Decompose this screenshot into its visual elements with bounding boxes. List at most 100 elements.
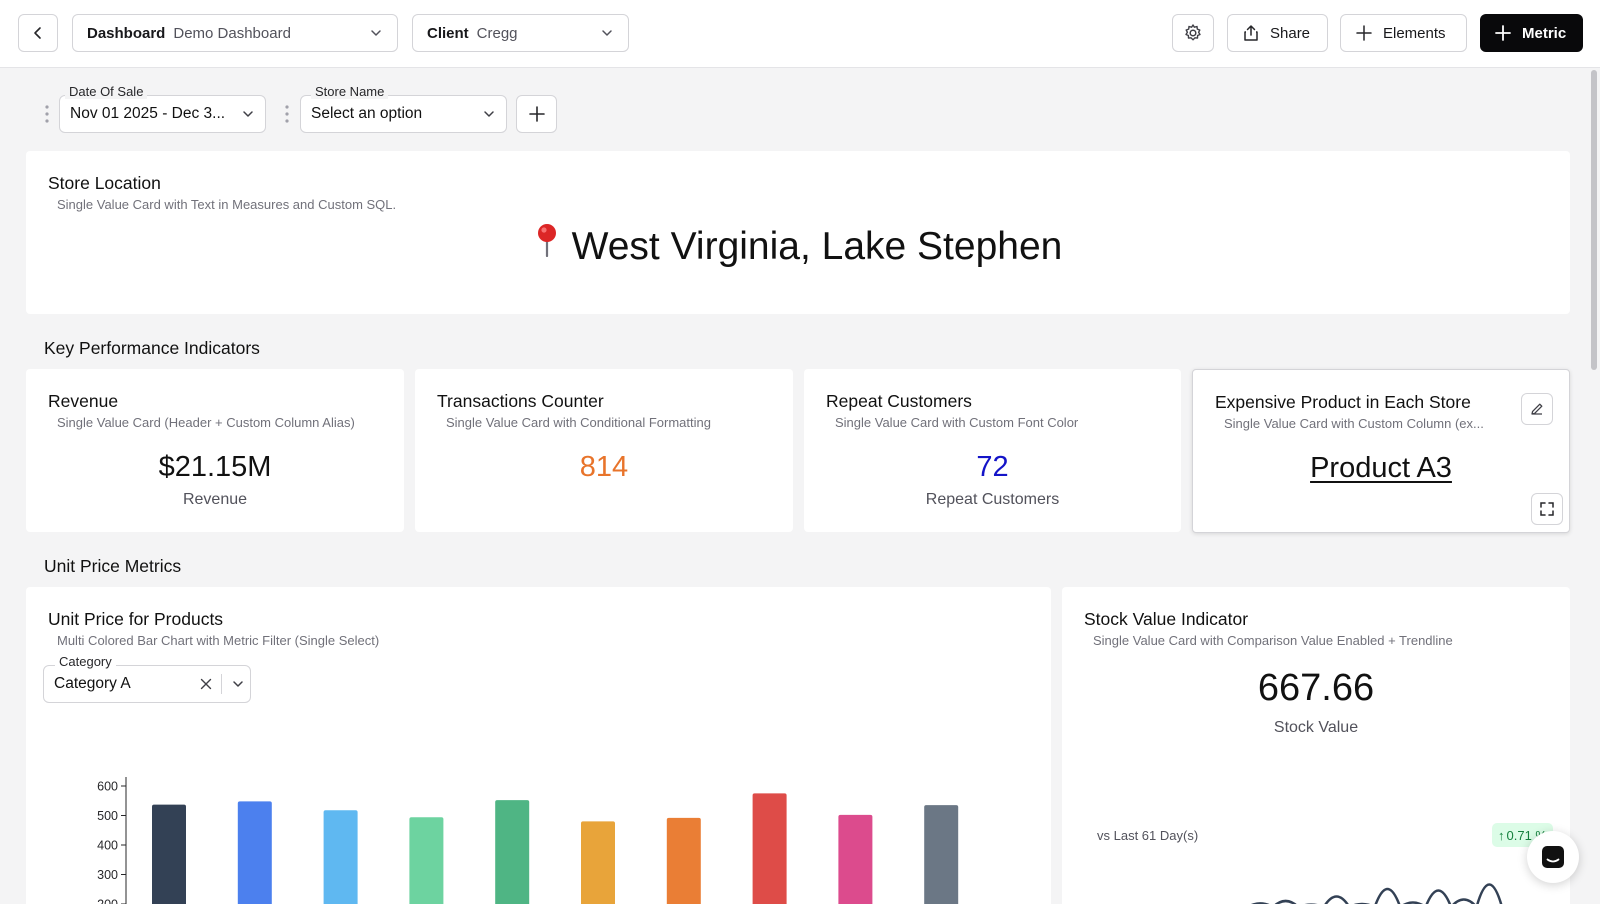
date-of-sale-value: Nov 01 2025 - Dec 3... (70, 105, 226, 122)
card-subtitle: Single Value Card with Custom Column (ex… (1224, 416, 1484, 431)
chevron-left-icon (30, 25, 46, 41)
dashboard-select-label: Dashboard (87, 24, 166, 42)
card-subtitle: Single Value Card with Conditional Forma… (446, 415, 711, 430)
scrollbar-thumb[interactable] (1591, 70, 1597, 370)
bar (409, 817, 444, 904)
chat-button[interactable] (1527, 831, 1579, 883)
bar (495, 800, 530, 904)
card-subtitle: Single Value Card with Custom Font Color (835, 415, 1079, 430)
product-link[interactable]: Product A3 (1310, 452, 1452, 484)
unit-price-section-title: Unit Price Metrics (44, 556, 182, 576)
store-name-label: Store Name (311, 84, 389, 99)
unit-price-chart-card[interactable]: 600500400300200 Unit Price for Products … (26, 587, 1051, 904)
y-tick-label: 300 (97, 868, 118, 882)
chevron-down-icon[interactable] (226, 677, 250, 691)
chevron-down-icon (369, 26, 383, 40)
kpi-value: $21.15M (158, 451, 272, 483)
y-tick-label: 200 (97, 898, 118, 904)
elements-label: Elements (1383, 24, 1446, 42)
transactions-counter-card[interactable]: Transactions Counter Single Value Card w… (415, 369, 793, 532)
card-subtitle: Single Value Card with Comparison Value … (1093, 633, 1453, 648)
client-select[interactable]: Client Cregg (412, 14, 629, 52)
bar (838, 814, 873, 904)
kpi-caption: Repeat Customers (925, 491, 1060, 508)
trendline-path (1250, 883, 1503, 904)
plus-icon (528, 105, 546, 123)
card-title: Transactions Counter (437, 391, 604, 411)
kpi-value: 72 (976, 451, 1009, 483)
pencil-icon (1529, 401, 1545, 417)
revenue-card[interactable]: Revenue Single Value Card (Header + Cust… (26, 369, 404, 532)
chevron-down-icon (600, 26, 614, 40)
stock-value-card[interactable]: Stock Value Indicator Single Value Card … (1062, 587, 1570, 904)
y-tick-label: 500 (97, 809, 118, 823)
kpi-value[interactable]: Product A3 (1193, 452, 1569, 485)
bar (323, 810, 358, 904)
y-tick-label: 400 (97, 839, 118, 853)
bar (152, 804, 186, 904)
bar (237, 801, 272, 904)
back-button[interactable] (18, 14, 58, 52)
chevron-down-icon (241, 107, 255, 121)
dashboard-select[interactable]: Dashboard Demo Dashboard (72, 14, 398, 52)
store-name-filter[interactable]: Select an option (300, 95, 507, 133)
edit-button[interactable] (1521, 393, 1553, 425)
share-button[interactable]: Share (1227, 14, 1328, 52)
gear-icon (1183, 23, 1203, 43)
location-text: West Virginia, Lake Stephen (571, 225, 1063, 268)
card-title: Store Location (48, 173, 161, 193)
card-title: Repeat Customers (826, 391, 972, 411)
card-title: Stock Value Indicator (1084, 609, 1249, 629)
date-of-sale-filter[interactable]: Nov 01 2025 - Dec 3... (59, 95, 266, 133)
card-title: Revenue (48, 391, 119, 411)
divider (221, 674, 222, 694)
plus-icon (1494, 24, 1512, 42)
metric-label: Metric (1522, 24, 1567, 42)
bar (666, 817, 701, 904)
bar (752, 793, 787, 904)
date-of-sale-label: Date Of Sale (65, 84, 148, 99)
kpi-value: 814 (579, 451, 629, 483)
card-subtitle: Single Value Card with Text in Measures … (57, 197, 397, 212)
add-metric-button[interactable]: Metric (1480, 14, 1583, 52)
card-subtitle: Multi Colored Bar Chart with Metric Filt… (57, 633, 380, 648)
chevron-down-icon (482, 107, 496, 121)
store-location-card[interactable]: Store Location Single Value Card with Te… (26, 151, 1570, 314)
category-filter-value: Category A (54, 675, 131, 692)
arrow-up-icon: ↑ (1498, 827, 1505, 843)
card-subtitle: Single Value Card (Header + Custom Colum… (57, 415, 355, 430)
store-name-placeholder: Select an option (311, 105, 423, 122)
location-value: West Virginia, Lake Stephen (26, 223, 1570, 271)
drag-handle-icon[interactable] (284, 104, 290, 124)
kpi-caption: Revenue (182, 491, 248, 508)
add-elements-button[interactable]: Elements (1340, 14, 1467, 52)
expensive-product-card[interactable]: Expensive Product in Each Store Single V… (1192, 369, 1570, 533)
settings-button[interactable] (1172, 14, 1214, 52)
stock-value: 667.66 (1257, 667, 1375, 709)
plus-icon (1355, 24, 1373, 42)
card-title: Unit Price for Products (48, 609, 224, 629)
bar (581, 821, 615, 904)
dashboard-select-value: Demo Dashboard (173, 24, 291, 42)
drag-handle-icon[interactable] (44, 104, 50, 124)
pin-icon (534, 223, 560, 267)
expand-icon (1539, 501, 1555, 517)
share-icon (1242, 24, 1260, 42)
category-filter-label: Category (55, 654, 116, 669)
kpi-section-title: Key Performance Indicators (44, 338, 260, 358)
top-bar: Dashboard Demo Dashboard Client Cregg Sh… (0, 0, 1600, 68)
share-label: Share (1270, 24, 1311, 42)
card-title: Expensive Product in Each Store (1215, 392, 1471, 412)
client-select-label: Client (427, 24, 469, 42)
repeat-customers-card[interactable]: Repeat Customers Single Value Card with … (804, 369, 1181, 532)
bar (924, 805, 959, 904)
clear-icon[interactable] (195, 678, 217, 690)
client-select-value: Cregg (476, 24, 518, 42)
add-filter-button[interactable] (516, 95, 557, 133)
fullscreen-button[interactable] (1531, 493, 1563, 525)
category-filter[interactable]: Category A (43, 665, 251, 703)
stock-caption: Stock Value (1273, 719, 1359, 736)
chat-icon (1540, 844, 1566, 870)
comparison-label: vs Last 61 Day(s) (1097, 828, 1199, 843)
y-tick-label: 600 (97, 780, 118, 794)
